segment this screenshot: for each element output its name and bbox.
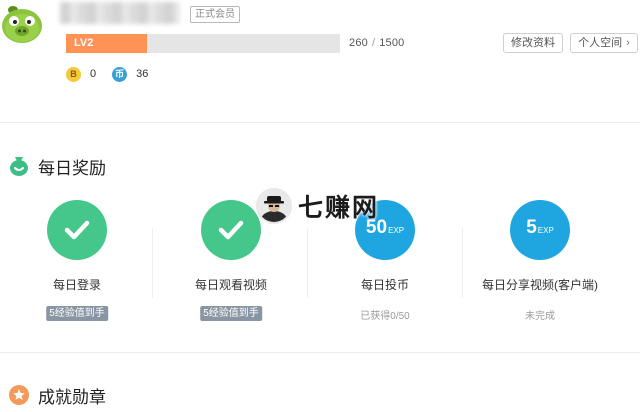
reward-daily-login: 每日登录 5经验值到手 (0, 200, 154, 330)
personal-space-label: 个人空间 (578, 37, 623, 49)
level-label: LV2 (74, 37, 94, 49)
reward-tag: 5经验值到手 (46, 306, 108, 321)
exp-unit: EXP (388, 226, 405, 235)
exp-count: 260/1500 (349, 37, 405, 49)
coin-icon: 币 (112, 66, 128, 82)
username-redacted (60, 2, 180, 24)
divider (152, 228, 153, 298)
money-bag-icon (10, 157, 28, 176)
reward-title: 每日登录 (52, 278, 101, 292)
coin-row: B 0 币 36 (66, 66, 148, 82)
completed-badge (47, 200, 107, 260)
exp-number: 5 (526, 217, 537, 238)
member-badge: 正式会员 (190, 6, 240, 23)
check-icon (64, 220, 90, 240)
completed-badge (201, 200, 261, 260)
watermark: 七赚网 (256, 186, 379, 226)
reward-title: 每日观看视频 (194, 278, 267, 292)
reward-title: 每日分享视频(客户端) (482, 278, 598, 292)
exp-current: 260 (349, 37, 368, 49)
watermark-text: 七赚网 (298, 194, 380, 222)
reward-title: 每日投币 (360, 278, 409, 292)
avatar[interactable] (0, 2, 50, 52)
bcoin-icon: B (66, 66, 81, 82)
daily-rewards-title: 每日奖励 (38, 159, 106, 178)
watermark-avatar-icon (256, 188, 292, 224)
chevron-right-icon: › (626, 37, 630, 49)
check-icon (218, 220, 244, 240)
coin-value: 36 (136, 68, 149, 80)
edit-profile-button[interactable]: 修改资料 (503, 33, 563, 53)
reward-status: 已获得0/50 (360, 311, 410, 322)
bcoin-value: 0 (90, 68, 97, 80)
reward-status: 未完成 (525, 311, 555, 322)
divider (0, 352, 640, 353)
exp-total: 1500 (379, 37, 405, 49)
level-progress-bar: LV2 (66, 34, 340, 53)
achievements-title[interactable]: 成就勋章 (38, 383, 106, 408)
personal-space-button[interactable]: 个人空间 › (570, 33, 638, 53)
exp-badge: 5EXP (510, 200, 570, 260)
reward-daily-share[interactable]: 5EXP 每日分享视频(客户端) 未完成 (463, 200, 617, 330)
medal-icon (9, 385, 29, 405)
exp-separator: / (371, 37, 376, 49)
reward-tag: 5经验值到手 (200, 306, 262, 321)
divider (0, 122, 640, 123)
exp-unit: EXP (537, 226, 554, 235)
